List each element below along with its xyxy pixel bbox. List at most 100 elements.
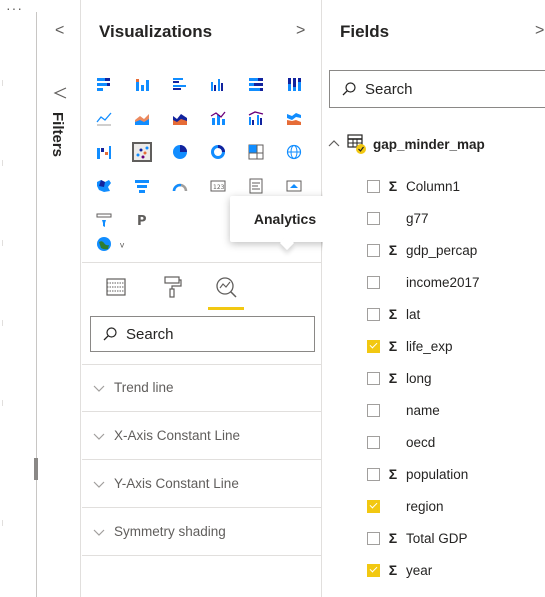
field-name: year: [406, 562, 433, 578]
field-checkbox-checked[interactable]: [367, 563, 380, 577]
field-name: Column1: [406, 178, 461, 194]
field-name: lat: [406, 306, 421, 322]
x-axis-constant-line-label: X-Axis Constant Line: [114, 428, 241, 443]
rail-tick: [2, 80, 3, 86]
card-icon[interactable]: 123: [208, 176, 228, 196]
table-gap-minder-map[interactable]: gap_minder_map: [323, 132, 485, 156]
field-item[interactable]: Σ Total GDP: [367, 526, 468, 550]
treemap-icon[interactable]: [246, 142, 266, 162]
donut-chart-icon[interactable]: [208, 142, 228, 162]
fields-pane: Fields > gap_minder_map Σ Column1 g77 Σgdp_…: [323, 0, 545, 597]
field-name: Total GDP: [406, 530, 468, 546]
multi-row-card-icon[interactable]: [246, 176, 266, 196]
rail-tick: [2, 240, 3, 246]
funnel-chart-icon[interactable]: [132, 176, 152, 196]
field-item[interactable]: name: [367, 398, 440, 422]
field-item[interactable]: Σlat: [367, 302, 420, 326]
field-checkbox[interactable]: [367, 467, 380, 481]
fields-search-box[interactable]: [329, 70, 545, 108]
field-item[interactable]: Σpopulation: [367, 462, 468, 486]
field-checkbox[interactable]: [367, 275, 380, 289]
more-options-icon[interactable]: ···: [6, 0, 23, 16]
field-item[interactable]: income2017: [367, 270, 480, 294]
collapse-filters-chevron-icon[interactable]: <: [55, 22, 64, 40]
stacked-area-icon[interactable]: [170, 108, 190, 128]
sigma-icon: Σ: [388, 178, 398, 194]
field-item[interactable]: Σlong: [367, 366, 432, 390]
svg-text:P: P: [137, 214, 147, 228]
arcgis-map-icon[interactable]: [94, 234, 114, 254]
resize-handle[interactable]: [34, 458, 38, 480]
field-item[interactable]: region: [367, 494, 444, 518]
x-axis-constant-line-section[interactable]: X-Axis Constant Line: [82, 412, 322, 460]
analytics-magnifier-icon: [216, 277, 237, 298]
field-item[interactable]: Σ Column1: [367, 174, 460, 198]
search-icon: [103, 327, 117, 341]
filters-pane-collapsed[interactable]: < Filters: [39, 0, 81, 597]
search-icon: [342, 82, 356, 96]
line-clustered-column-icon[interactable]: [246, 108, 266, 128]
area-chart-icon[interactable]: [132, 108, 152, 128]
gauge-icon[interactable]: [170, 176, 190, 196]
stacked-column-icon[interactable]: [132, 74, 152, 94]
trend-line-section[interactable]: Trend line: [82, 364, 322, 412]
filled-map-icon[interactable]: [94, 176, 114, 196]
field-item[interactable]: Σyear: [367, 558, 432, 582]
kpi-icon[interactable]: [284, 176, 304, 196]
field-checkbox[interactable]: [367, 179, 380, 193]
y-axis-constant-line-section[interactable]: Y-Axis Constant Line: [82, 460, 322, 508]
rail-divider: [36, 12, 37, 597]
field-checkbox[interactable]: [367, 243, 380, 257]
field-name: income2017: [406, 274, 480, 290]
field-checkbox[interactable]: [367, 211, 380, 225]
waterfall-icon[interactable]: [94, 142, 114, 162]
pie-chart-icon[interactable]: [170, 142, 190, 162]
field-checkbox-checked[interactable]: [367, 499, 380, 513]
expand-fields-chevron-icon[interactable]: >: [535, 22, 544, 40]
sigma-icon: Σ: [388, 562, 398, 578]
field-item[interactable]: oecd: [367, 430, 435, 454]
fields-tab[interactable]: [98, 270, 134, 304]
slicer-icon[interactable]: [94, 210, 114, 230]
field-name: oecd: [406, 434, 436, 450]
sigma-icon: Σ: [388, 242, 398, 258]
field-checkbox-checked[interactable]: [367, 339, 380, 353]
expand-visualizations-chevron-icon[interactable]: >: [296, 22, 305, 40]
chevron-down-icon: [93, 481, 105, 488]
field-item[interactable]: Σgdp_percap: [367, 238, 477, 262]
visualizations-search-input[interactable]: [126, 325, 276, 343]
field-checkbox[interactable]: [367, 435, 380, 449]
map-icon[interactable]: [284, 142, 304, 162]
svg-text:v: v: [120, 241, 125, 250]
100-stacked-bar-icon[interactable]: [246, 74, 266, 94]
field-item[interactable]: Σlife_exp: [367, 334, 453, 358]
fields-search-input[interactable]: [365, 80, 515, 98]
field-name: region: [406, 498, 444, 514]
field-checkbox[interactable]: [367, 531, 380, 545]
clustered-bar-icon[interactable]: [170, 74, 190, 94]
filters-label[interactable]: Filters: [49, 112, 66, 157]
visualizations-search-box[interactable]: [90, 316, 315, 352]
analytics-tab[interactable]: [208, 270, 244, 310]
scatter-chart-icon[interactable]: [132, 142, 152, 162]
filter-funnel-icon: [53, 87, 67, 99]
format-tab[interactable]: [154, 270, 190, 304]
line-column-icon[interactable]: [208, 108, 228, 128]
fields-title: Fields: [340, 22, 390, 41]
stacked-bar-icon[interactable]: [94, 74, 114, 94]
line-chart-icon[interactable]: [94, 108, 114, 128]
chevron-down-icon: [93, 529, 105, 536]
fields-well-icon: [106, 278, 126, 296]
paint-roller-icon: [164, 276, 182, 298]
symmetry-shading-section[interactable]: Symmetry shading: [82, 508, 322, 556]
field-checkbox[interactable]: [367, 403, 380, 417]
100-stacked-column-icon[interactable]: [284, 74, 304, 94]
python-visual-icon[interactable]: P: [132, 210, 152, 230]
key-influencers-icon[interactable]: v: [118, 234, 132, 254]
rail-tick: [2, 320, 3, 326]
field-checkbox[interactable]: [367, 307, 380, 321]
ribbon-chart-icon[interactable]: [284, 108, 304, 128]
clustered-column-icon[interactable]: [208, 74, 228, 94]
field-item[interactable]: g77: [367, 206, 429, 230]
field-checkbox[interactable]: [367, 371, 380, 385]
